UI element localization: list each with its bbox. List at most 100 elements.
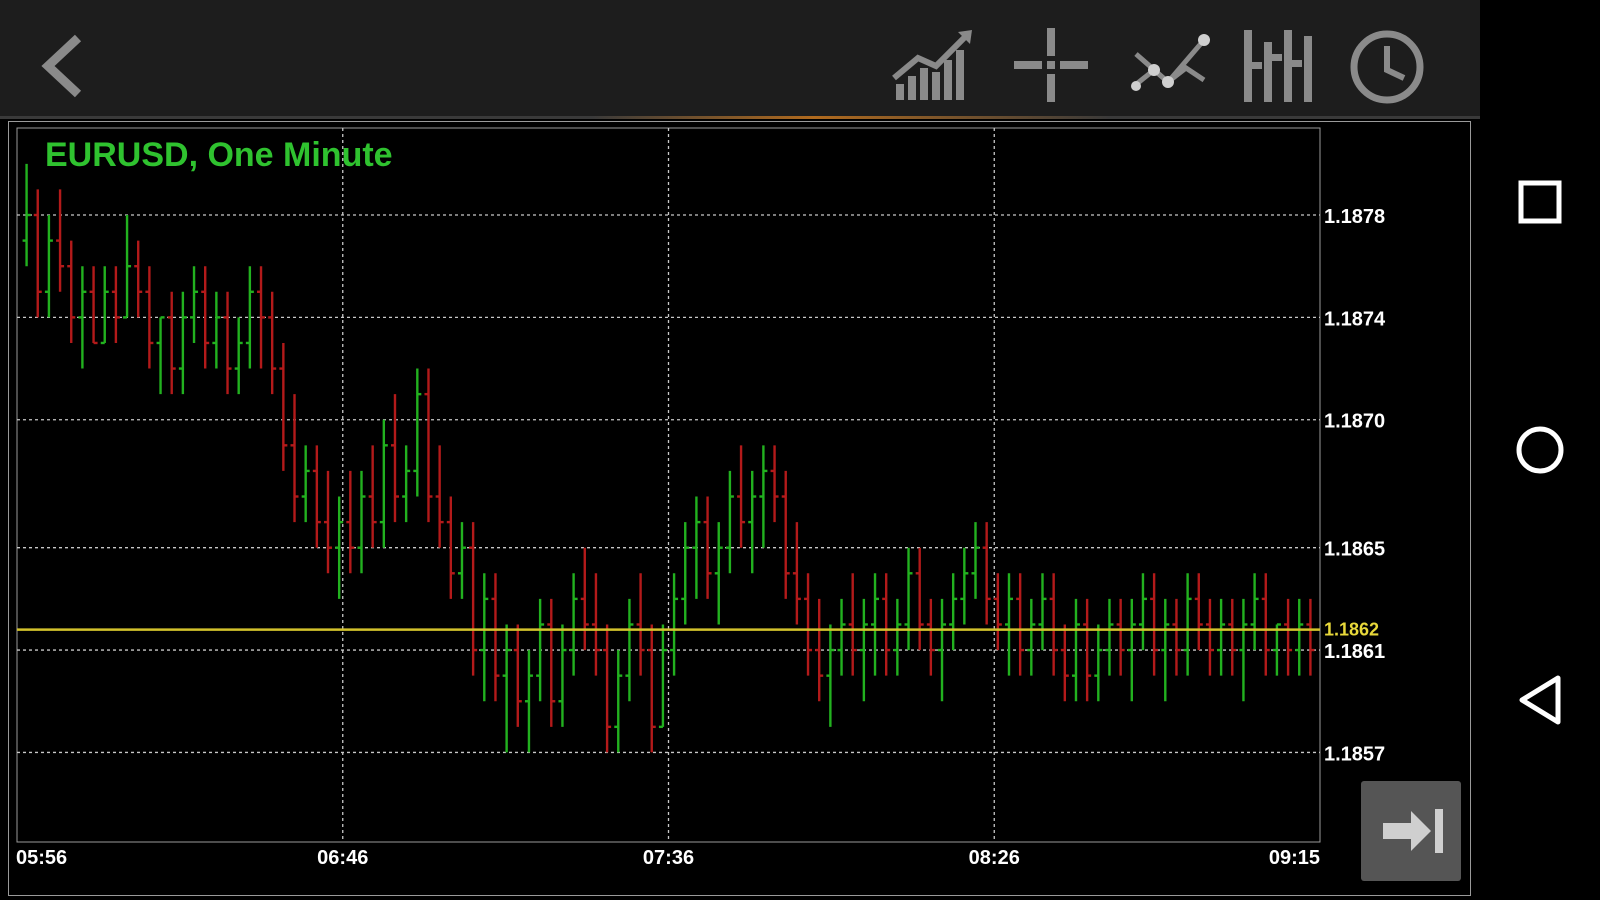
ohlc-bar — [390, 394, 399, 523]
ohlc-bar — [993, 573, 1002, 651]
ohlc-bar — [301, 445, 310, 523]
circle-icon — [1516, 426, 1564, 474]
ohlc-bar — [145, 266, 154, 369]
ohlc-bar — [938, 598, 947, 702]
arrow-to-end-icon — [1383, 809, 1443, 853]
ohlc-bar — [491, 573, 500, 702]
ohlc-bar — [1306, 598, 1315, 676]
ohlc-bar — [859, 598, 868, 702]
ohlc-bar — [100, 266, 109, 345]
ohlc-bar — [1138, 573, 1147, 651]
ohlc-bar — [826, 624, 835, 727]
ohlc-bar — [457, 522, 466, 599]
ohlc-bar — [960, 547, 969, 625]
scroll-to-end-button[interactable] — [1361, 781, 1461, 881]
price-chart[interactable]: 1.1878 1.1874 1.1870 1.1865 1.1861 1.1857 05:5… — [0, 0, 1480, 900]
ohlc-bar — [625, 598, 634, 702]
ohlc-bar — [725, 470, 734, 574]
square-icon — [1518, 180, 1562, 224]
ohlc-bar — [502, 624, 511, 753]
ohlc-bar — [190, 266, 199, 343]
ohlc-bar — [33, 189, 42, 318]
current-price-label: 1.1862 — [1324, 620, 1379, 640]
ohlc-bar — [44, 215, 53, 318]
ohlc-bar — [949, 573, 958, 651]
ohlc-bar — [982, 522, 991, 625]
recent-apps-button[interactable] — [1500, 162, 1580, 242]
ohlc-bar — [636, 573, 645, 676]
ohlc-bar — [1205, 598, 1214, 676]
x-axis-tick-label: 06:46 — [317, 847, 368, 869]
ohlc-bar — [536, 598, 545, 702]
ohlc-bar — [1217, 598, 1226, 676]
ohlc-bar — [324, 470, 333, 574]
ohlc-bar — [926, 598, 935, 676]
ohlc-bar — [670, 573, 679, 676]
ohlc-bar — [201, 266, 210, 369]
ohlc-bar — [1150, 573, 1159, 676]
ohlc-bar — [714, 522, 723, 625]
home-button[interactable] — [1500, 410, 1580, 490]
ohlc-bar — [1295, 598, 1304, 676]
ohlc-bar — [971, 522, 980, 599]
ohlc-bar — [435, 445, 444, 548]
ohlc-bar — [1083, 598, 1092, 702]
ohlc-bar — [1049, 573, 1058, 676]
ohlc-bar — [123, 215, 132, 319]
ohlc-bar — [904, 547, 913, 651]
ohlc-bar — [871, 573, 880, 676]
ohlc-bar — [156, 316, 165, 395]
ohlc-bar — [290, 394, 299, 523]
ohlc-bar — [402, 445, 411, 523]
ohlc-bar — [647, 624, 656, 753]
y-axis-tick-label: 1.1874 — [1324, 308, 1386, 330]
ohlc-bar — [1228, 598, 1237, 676]
ohlc-bar — [89, 266, 98, 345]
ohlc-bar — [759, 445, 768, 548]
ohlc-bar — [424, 368, 433, 523]
ohlc-bar — [1094, 624, 1103, 702]
ohlc-bar — [603, 624, 612, 753]
ohlc-bar — [882, 573, 891, 676]
ohlc-bar — [748, 470, 757, 574]
ohlc-bar — [580, 547, 589, 651]
ohlc-bar — [446, 496, 455, 599]
ohlc-bar — [1016, 573, 1025, 676]
ohlc-bar — [56, 189, 65, 292]
ohlc-bar — [379, 419, 388, 548]
ohlc-bar — [614, 650, 623, 753]
ohlc-bar — [1250, 573, 1259, 651]
ohlc-bar — [681, 522, 690, 625]
ohlc-bar — [658, 624, 667, 729]
ohlc-bar — [804, 573, 813, 676]
ohlc-bar — [1116, 598, 1125, 676]
ohlc-bar — [268, 291, 277, 395]
ohlc-bar — [1183, 573, 1192, 676]
x-axis-tick-label: 05:56 — [16, 847, 67, 869]
ohlc-bar — [212, 291, 221, 369]
ohlc-bar — [558, 624, 567, 727]
ohlc-bar — [1239, 598, 1248, 702]
ohlc-bar — [111, 266, 120, 343]
y-axis-tick-label: 1.1861 — [1324, 641, 1385, 663]
ohlc-bar — [1027, 598, 1036, 676]
x-axis-tick-label: 07:36 — [643, 847, 694, 869]
ohlc-bar — [893, 598, 902, 676]
ohlc-bar — [1105, 598, 1114, 676]
ohlc-bar — [692, 496, 701, 599]
ohlc-bar — [234, 317, 243, 395]
ohlc-bar — [223, 291, 232, 395]
ohlc-bar — [357, 470, 366, 574]
ohlc-bar — [346, 470, 355, 574]
y-axis-tick-label: 1.1870 — [1324, 411, 1385, 433]
ohlc-bar — [524, 650, 533, 753]
ohlc-bar — [67, 240, 76, 343]
ohlc-bar — [134, 240, 143, 318]
ohlc-bar — [178, 291, 187, 395]
back-nav-button[interactable] — [1500, 660, 1580, 740]
ohlc-bar — [547, 598, 556, 727]
chart-title: EURUSD, One Minute — [45, 136, 393, 174]
ohlc-bar — [413, 368, 422, 497]
triangle-back-icon — [1519, 675, 1561, 725]
ohlc-bar — [469, 522, 478, 676]
